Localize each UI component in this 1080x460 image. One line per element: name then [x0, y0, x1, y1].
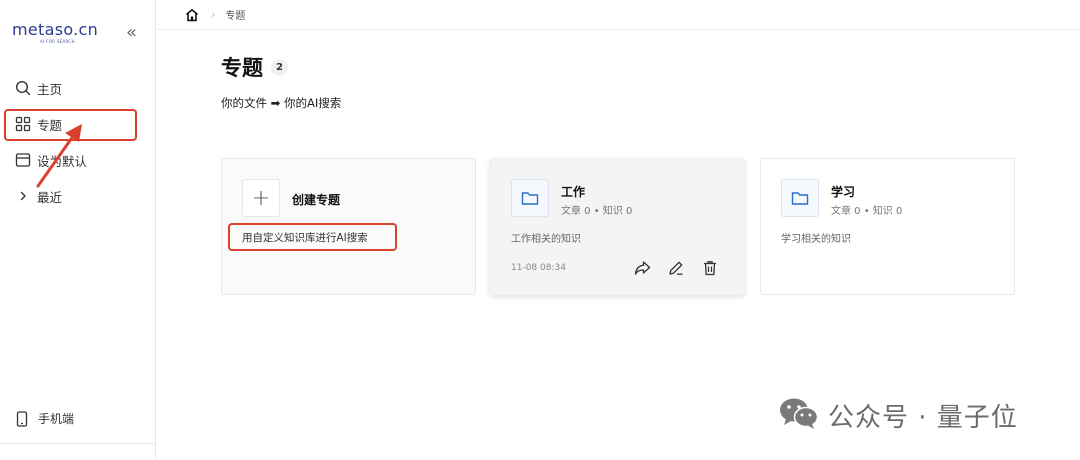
logo-text: metaso.cn: [12, 20, 99, 39]
logo-subtitle: AI FOR SEARCH: [40, 39, 75, 44]
topic-name: 学习: [831, 185, 856, 199]
app: metaso.cn AI FOR SEARCH « 主页 专题 设为默认 最近 …: [0, 0, 1080, 460]
red-arrow-icon: [36, 124, 82, 188]
page-title: 专题: [221, 56, 263, 80]
mobile-label: 手机端: [38, 412, 75, 426]
create-topic-card[interactable]: + 创建专题 用自定义知识库进行AI搜索: [221, 158, 476, 295]
highlight-box-description: [228, 223, 397, 251]
breadcrumb: › 专题: [157, 0, 1080, 30]
watermark-text: 公众号 · 量子位: [828, 402, 1018, 433]
wechat-icon: [778, 396, 820, 434]
home-icon[interactable]: [185, 8, 199, 22]
mobile-link[interactable]: 手机端: [14, 410, 74, 427]
search-icon: [14, 79, 32, 97]
topic-actions: [632, 259, 720, 277]
edit-icon[interactable]: [666, 259, 686, 277]
watermark: 公众号 · 量子位: [778, 396, 1018, 434]
sidebar: metaso.cn AI FOR SEARCH « 主页 专题 设为默认 最近 …: [0, 0, 156, 460]
plus-icon[interactable]: +: [242, 179, 280, 217]
topic-description: 学习相关的知识: [781, 234, 851, 245]
trash-icon[interactable]: [700, 259, 720, 277]
topic-card-study[interactable]: 学习 文章 0 • 知识 0 学习相关的知识: [760, 158, 1015, 295]
topic-meta: 文章 0 • 知识 0: [831, 206, 903, 217]
logo[interactable]: metaso.cn AI FOR SEARCH: [12, 20, 99, 44]
create-topic-title: 创建专题: [292, 193, 341, 207]
divider: [0, 443, 156, 444]
topic-meta: 文章 0 • 知识 0: [561, 206, 633, 217]
count-badge: 2: [271, 58, 288, 76]
topic-card-work[interactable]: 工作 文章 0 • 知识 0 工作相关的知识 11-08 08:34: [490, 158, 745, 295]
chevron-right-icon: ›: [211, 8, 216, 21]
topic-name: 工作: [561, 185, 586, 199]
sidebar-item-label: 主页: [37, 81, 63, 97]
title-row: 专题 2: [221, 52, 288, 82]
phone-icon: [14, 410, 30, 427]
sidebar-item-home[interactable]: 主页: [0, 70, 156, 106]
topic-time: 11-08 08:34: [511, 263, 566, 273]
breadcrumb-current: 专题: [225, 11, 246, 22]
folder-icon: [781, 179, 819, 217]
topic-description: 工作相关的知识: [511, 234, 581, 245]
folder-icon: [511, 179, 549, 217]
share-icon[interactable]: [632, 259, 652, 277]
double-chevron-left-icon[interactable]: «: [126, 24, 137, 42]
page-subtitle: 你的文件 ➡ 你的AI搜索: [221, 96, 342, 110]
